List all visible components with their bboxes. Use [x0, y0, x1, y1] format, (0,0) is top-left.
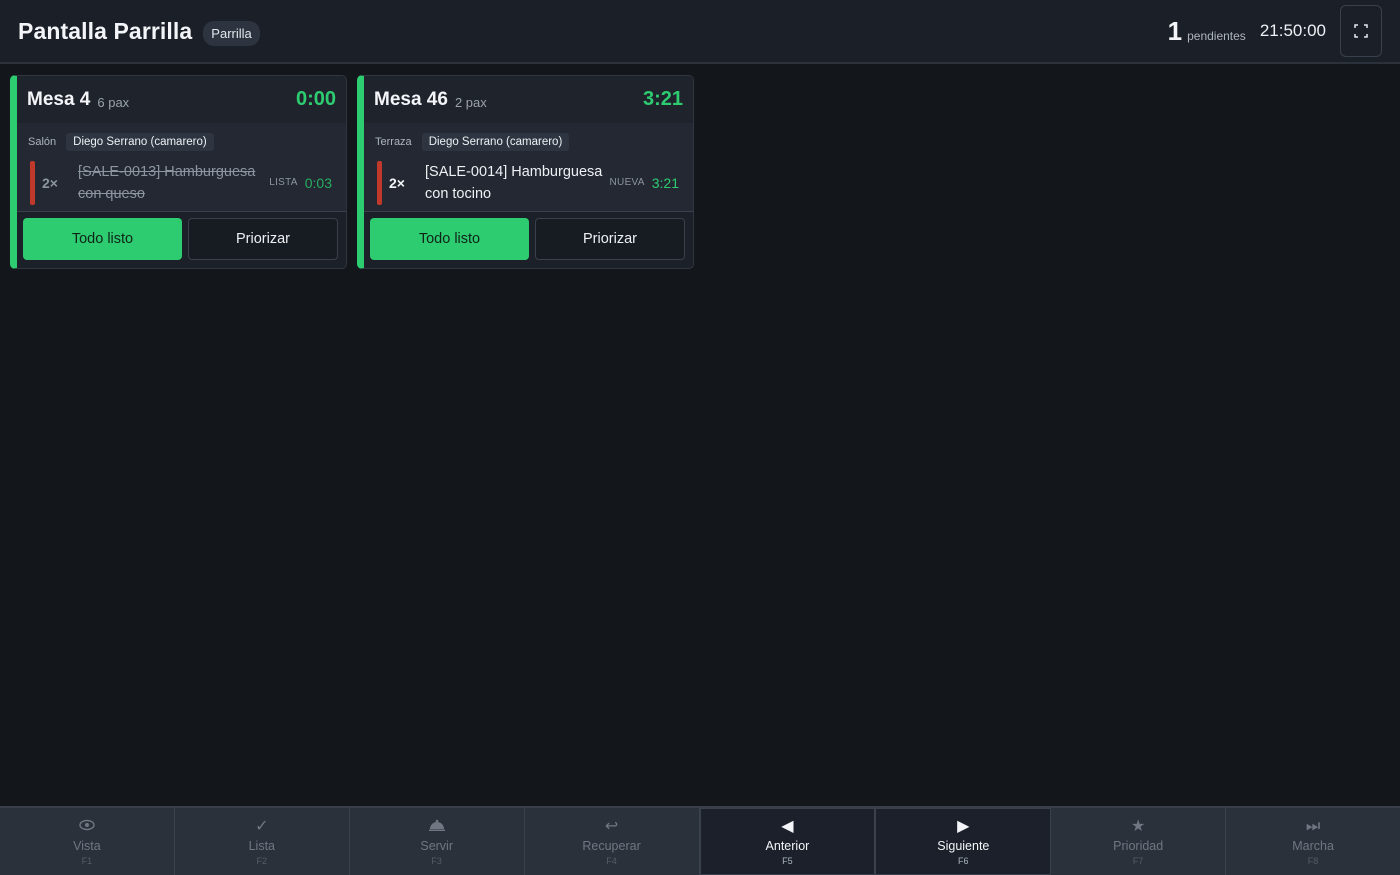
fkey-lista[interactable]: ✓ Lista F2	[174, 808, 350, 875]
fast-forward-icon: ⏭	[1305, 817, 1321, 835]
all-ready-button[interactable]: Todo listo	[370, 218, 529, 260]
fkey-servir[interactable]: Servir F3	[349, 808, 525, 875]
function-key-bar: Vista F1 ✓ Lista F2 Servir F3 ↩ Recupera…	[0, 806, 1400, 875]
card-header: Mesa 4 6 pax 0:00	[17, 76, 346, 123]
waiter-badge: Diego Serrano (camarero)	[66, 132, 214, 151]
item-time: 0:03	[304, 174, 332, 191]
fkey-marcha[interactable]: ⏭ Marcha F8	[1226, 808, 1400, 875]
table-name: Mesa 4	[27, 88, 91, 110]
arrow-left-icon: ◀	[781, 817, 794, 835]
elapsed-time: 0:00	[295, 88, 336, 110]
fkey-label: Lista	[248, 838, 276, 853]
fkey-anterior[interactable]: ◀ Anterior F5	[699, 808, 876, 875]
item-quantity: 2×	[389, 174, 405, 191]
card-actions: Todo listo Priorizar	[17, 212, 346, 266]
star-icon: ★	[1131, 817, 1146, 835]
fkey-shortcut: F5	[782, 855, 793, 866]
item-status: NUEVA	[609, 177, 645, 188]
pax-count: 6 pax	[97, 94, 130, 110]
fkey-label: Marcha	[1292, 838, 1334, 853]
card-actions: Todo listo Priorizar	[364, 212, 693, 266]
fkey-vista[interactable]: Vista F1	[0, 808, 175, 875]
header-right: 1 pendientes 21:50:00	[1168, 5, 1382, 57]
order-item[interactable]: 2× [SALE-0013] Hamburguesa con queso LIS…	[17, 154, 346, 212]
check-icon: ✓	[255, 817, 269, 835]
fkey-recuperar[interactable]: ↩ Recuperar F4	[524, 808, 700, 875]
waiter-badge: Diego Serrano (camarero)	[421, 132, 570, 151]
priority-indicator	[30, 160, 35, 205]
all-ready-button[interactable]: Todo listo	[23, 218, 182, 260]
item-time: 3:21	[651, 174, 679, 191]
fkey-label: Prioridad	[1113, 838, 1164, 853]
serve-icon	[428, 818, 446, 836]
item-quantity: 2×	[42, 174, 58, 191]
pending-count: 1	[1167, 15, 1183, 46]
eye-icon	[79, 818, 95, 836]
prioritize-button[interactable]: Priorizar	[188, 218, 338, 260]
clock: 21:50:00	[1259, 21, 1326, 40]
table-name: Mesa 46	[374, 88, 448, 110]
fkey-shortcut: F2	[256, 855, 268, 866]
station-badge: Parrilla	[203, 20, 260, 46]
prioritize-button[interactable]: Priorizar	[535, 218, 685, 260]
zone-label: Salón	[23, 132, 62, 151]
item-name: [SALE-0014] Hamburguesa con tocino	[425, 163, 603, 202]
pax-count: 2 pax	[454, 94, 487, 110]
fkey-shortcut: F8	[1307, 855, 1319, 866]
order-item[interactable]: 2× [SALE-0014] Hamburguesa con tocino NU…	[364, 154, 693, 212]
zone-label: Terraza	[370, 132, 417, 151]
fullscreen-icon	[1354, 24, 1368, 38]
item-status: LISTA	[269, 177, 298, 188]
item-name: [SALE-0013] Hamburguesa con queso	[78, 163, 256, 202]
priority-indicator	[377, 160, 382, 205]
fkey-label: Siguiente	[937, 838, 990, 853]
undo-icon: ↩	[604, 817, 619, 835]
elapsed-time: 3:21	[642, 88, 683, 110]
fkey-shortcut: F1	[81, 855, 93, 866]
order-meta: Terraza Diego Serrano (camarero)	[364, 123, 693, 154]
arrow-right-icon: ▶	[957, 817, 970, 835]
fkey-prioridad[interactable]: ★ Prioridad F7	[1051, 808, 1227, 875]
fkey-shortcut: F7	[1132, 855, 1144, 866]
fullscreen-button[interactable]	[1340, 5, 1382, 57]
fkey-label: Vista	[73, 838, 101, 853]
order-card[interactable]: Mesa 4 6 pax 0:00 Salón Diego Serrano (c…	[10, 75, 347, 269]
fkey-shortcut: F3	[431, 855, 442, 866]
page-title: Pantalla Parrilla	[18, 17, 193, 44]
fkey-label: Recuperar	[582, 838, 641, 853]
pending-label: pendientes	[1187, 29, 1246, 43]
header: Pantalla Parrilla Parrilla 1 pendientes …	[0, 0, 1400, 64]
fkey-siguiente[interactable]: ▶ Siguiente F6	[875, 808, 1052, 875]
fkey-label: Anterior	[765, 838, 810, 853]
order-card[interactable]: Mesa 46 2 pax 3:21 Terraza Diego Serrano…	[357, 75, 694, 269]
fkey-shortcut: F4	[606, 855, 617, 866]
fkey-label: Servir	[420, 838, 454, 853]
fkey-shortcut: F6	[958, 855, 969, 866]
order-meta: Salón Diego Serrano (camarero)	[17, 123, 346, 154]
card-header: Mesa 46 2 pax 3:21	[364, 76, 693, 123]
